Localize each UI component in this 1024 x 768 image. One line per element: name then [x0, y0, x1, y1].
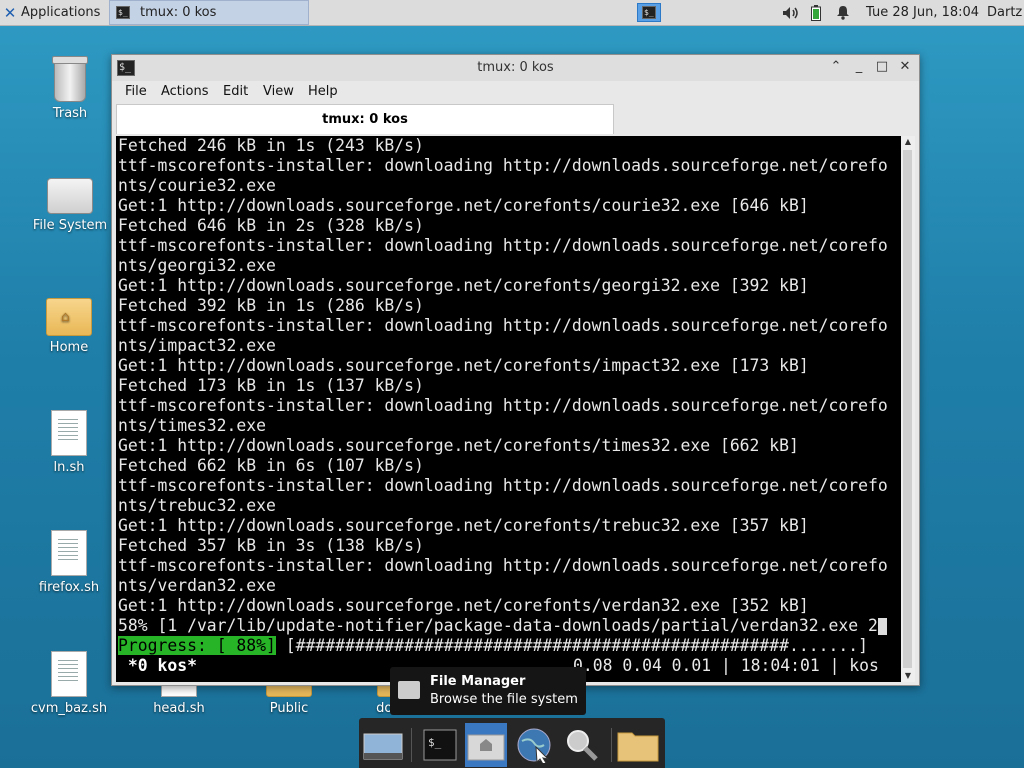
terminal-line: Fetched 662 kB in 6s (107 kB/s): [118, 456, 424, 475]
terminal-line: ttf-mscorefonts-installer: downloading h…: [118, 316, 888, 335]
terminal-line: ttf-mscorefonts-installer: downloading h…: [118, 476, 888, 495]
terminal-line: ttf-mscorefonts-installer: downloading h…: [118, 556, 888, 575]
tab-bar: tmux: 0 kos: [116, 104, 913, 134]
script-file-icon: [51, 651, 87, 697]
terminal-icon: $_: [642, 6, 656, 19]
terminal-line: nts/courie32.exe: [118, 176, 276, 195]
terminal-line: ttf-mscorefonts-installer: downloading h…: [118, 236, 888, 255]
desktop-icon-label: Trash: [52, 106, 88, 121]
tooltip-subtitle: Browse the file system: [430, 692, 578, 707]
script-file-icon: [51, 530, 87, 576]
desktop-icon-firefox-sh[interactable]: firefox.sh: [19, 530, 119, 595]
web-browser-icon[interactable]: [513, 726, 555, 764]
battery-icon[interactable]: [811, 0, 825, 25]
desktop-icon-label: cvm_baz.sh: [30, 701, 108, 716]
terminal-line: Get:1 http://downloads.sourceforge.net/c…: [118, 196, 809, 215]
tab-tmux[interactable]: tmux: 0 kos: [116, 104, 614, 134]
tmux-session-name: *0 kos*: [118, 656, 197, 676]
terminal-output[interactable]: Fetched 246 kB in 1s (243 kB/s) ttf-msco…: [116, 136, 901, 682]
terminal-line: Get:1 http://downloads.sourceforge.net/c…: [118, 436, 799, 455]
terminal-line: ttf-mscorefonts-installer: downloading h…: [118, 396, 888, 415]
tmux-status-right: 0.08 0.04 0.01 | 18:04:01 | kos: [573, 656, 879, 675]
home-folder-icon: ⌂: [46, 298, 92, 336]
terminal-line: Get:1 http://downloads.sourceforge.net/c…: [118, 596, 809, 615]
terminal-line: Get:1 http://downloads.sourceforge.net/c…: [118, 516, 809, 535]
desktop-icon-label: File System: [32, 218, 108, 233]
dock-tooltip: File Manager Browse the file system: [390, 667, 586, 715]
terminal-line: Fetched 246 kB in 1s (243 kB/s): [118, 136, 424, 155]
terminal-progress-line: 58% [1 /var/lib/update-notifier/package-…: [118, 616, 887, 636]
desktop-icon-label: firefox.sh: [38, 580, 100, 595]
desktop-icon-label: Public: [269, 701, 309, 716]
trash-icon: [52, 56, 88, 102]
home-folder-icon[interactable]: [465, 723, 507, 767]
svg-text:$_: $_: [428, 736, 442, 749]
applications-label: Applications: [21, 5, 101, 20]
menu-actions[interactable]: Actions: [161, 84, 209, 99]
terminal-line: Fetched 357 kB in 3s (138 kB/s): [118, 536, 424, 555]
scrollbar-thumb[interactable]: [903, 150, 912, 668]
search-icon[interactable]: [561, 726, 603, 764]
xfce-logo-icon: ✕: [3, 3, 17, 22]
terminal-icon: $_: [116, 6, 130, 19]
scroll-down-arrow-icon[interactable]: ▼: [901, 670, 915, 682]
terminal-icon[interactable]: $_: [419, 726, 461, 764]
script-file-icon: [51, 410, 87, 456]
top-panel: ✕ Applications $_ tmux: 0 kos $_ Tue 28 …: [0, 0, 1024, 26]
clock[interactable]: Tue 28 Jun, 18:04: [866, 0, 986, 25]
terminal-line: nts/georgi32.exe: [118, 256, 276, 275]
status-session: *0 kos*: [118, 656, 197, 675]
terminal-line: ttf-mscorefonts-installer: downloading h…: [118, 156, 888, 175]
window-title: tmux: 0 kos: [477, 60, 554, 75]
download-status-text: 58% [1 /var/lib/update-notifier/package-…: [118, 616, 878, 635]
terminal-line: Fetched 173 kB in 1s (137 kB/s): [118, 376, 424, 395]
progress-label: Progress: [ 88%]: [118, 636, 276, 655]
window-titlebar[interactable]: $_ tmux: 0 kos ⌃ _ □ ✕: [112, 55, 919, 81]
desktop-icon-label: Home: [49, 340, 89, 355]
shade-button[interactable]: ⌃: [828, 59, 844, 75]
menu-bar: File Actions Edit View Help: [112, 81, 919, 103]
terminal-line: nts/times32.exe: [118, 416, 267, 435]
terminal-line: nts/verdan32.exe: [118, 576, 276, 595]
notification-bell-icon[interactable]: [836, 0, 852, 25]
hard-drive-icon: [47, 178, 93, 214]
terminal-line: Get:1 http://downloads.sourceforge.net/c…: [118, 276, 809, 295]
desktop-icon-cvm-baz-sh[interactable]: cvm_baz.sh: [19, 651, 119, 716]
progress-bar: [#######################################…: [275, 636, 868, 655]
bottom-dock: $_: [359, 718, 665, 768]
desktop-icon-home[interactable]: ⌂ Home: [19, 298, 119, 355]
menu-file[interactable]: File: [125, 84, 147, 99]
desktop-icon-label: head.sh: [153, 701, 205, 716]
show-desktop-icon[interactable]: [362, 726, 404, 764]
terminal-line: nts/impact32.exe: [118, 336, 276, 355]
desktop-icon-trash[interactable]: Trash: [20, 54, 120, 121]
close-button[interactable]: ✕: [897, 59, 913, 75]
minimize-button[interactable]: _: [851, 59, 867, 75]
desktop-icon-ln-sh[interactable]: ln.sh: [19, 410, 119, 475]
volume-icon[interactable]: [782, 0, 800, 25]
menu-edit[interactable]: Edit: [223, 84, 248, 99]
maximize-button[interactable]: □: [874, 59, 890, 75]
menu-help[interactable]: Help: [308, 84, 338, 99]
terminal-line: Fetched 392 kB in 1s (286 kB/s): [118, 296, 424, 315]
taskbar-window-button[interactable]: $_ tmux: 0 kos: [109, 0, 309, 25]
tooltip-title: File Manager: [430, 674, 526, 689]
terminal-window[interactable]: $_ tmux: 0 kos ⌃ _ □ ✕ File Actions Edit…: [111, 54, 920, 686]
desktop-icon-file-system[interactable]: File System: [20, 178, 120, 233]
terminal-cursor: [877, 618, 887, 635]
desktop-icon-label: ln.sh: [53, 460, 85, 475]
terminal-line: nts/trebuc32.exe: [118, 496, 276, 515]
applications-menu-button[interactable]: ✕ Applications: [0, 0, 108, 25]
terminal-line: Fetched 646 kB in 2s (328 kB/s): [118, 216, 424, 235]
user-menu[interactable]: Dartz: [987, 0, 1024, 25]
taskbar-window-label: tmux: 0 kos: [140, 5, 217, 20]
terminal-scrollbar[interactable]: ▲ ▼: [901, 136, 915, 682]
workspace-switcher[interactable]: $_: [635, 0, 663, 25]
terminal-line: Get:1 http://downloads.sourceforge.net/c…: [118, 356, 809, 375]
file-manager-icon: [398, 681, 420, 699]
progress-line: Progress: [ 88%] [######################…: [118, 636, 868, 656]
menu-view[interactable]: View: [263, 84, 294, 99]
scroll-up-arrow-icon[interactable]: ▲: [901, 136, 915, 148]
folder-icon[interactable]: [617, 726, 659, 764]
